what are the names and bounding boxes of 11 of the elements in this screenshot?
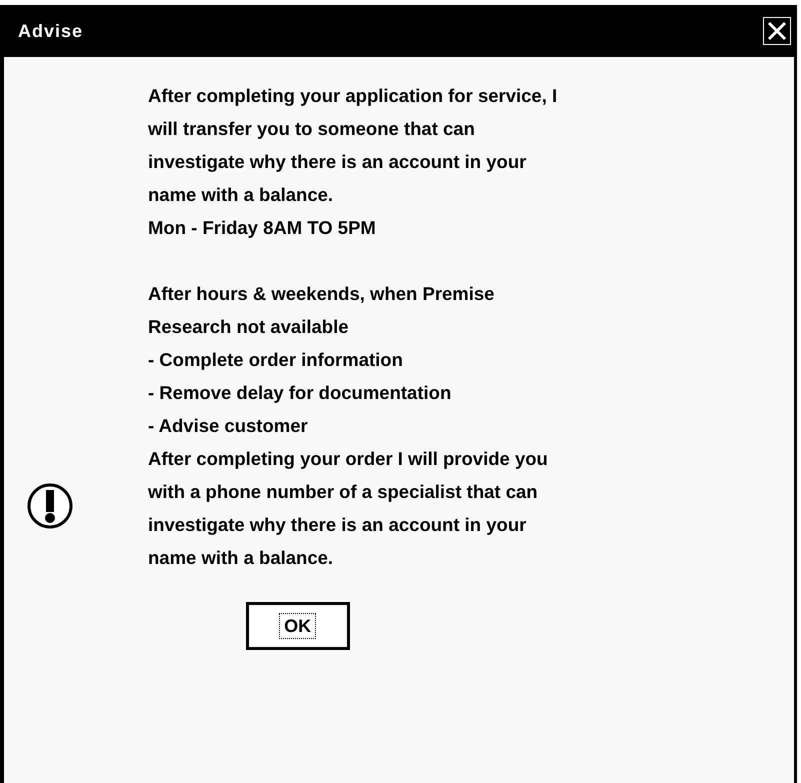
message-text: After completing your application for service, I will transfer you to someone that can investigate why there is an account in your name with a balance. [148,84,558,207]
message-text: - Complete order information [148,348,404,372]
message-text: Mon - Friday 8AM TO 5PM [148,216,377,240]
exclamation-icon [26,482,74,530]
window-title: Advise [18,20,84,42]
close-button[interactable] [763,17,791,45]
message-text: After hours & weekends, when Premise Research not available [148,282,496,339]
message-text: After completing your order I will provide you with a phone number of a specialist that can investigate why there is an account in your name with a balance. [148,447,549,570]
message-text: - Advise customer [148,414,309,438]
message-text: - Remove delay for documentation [148,381,452,405]
ok-button[interactable]: OK [246,602,350,650]
